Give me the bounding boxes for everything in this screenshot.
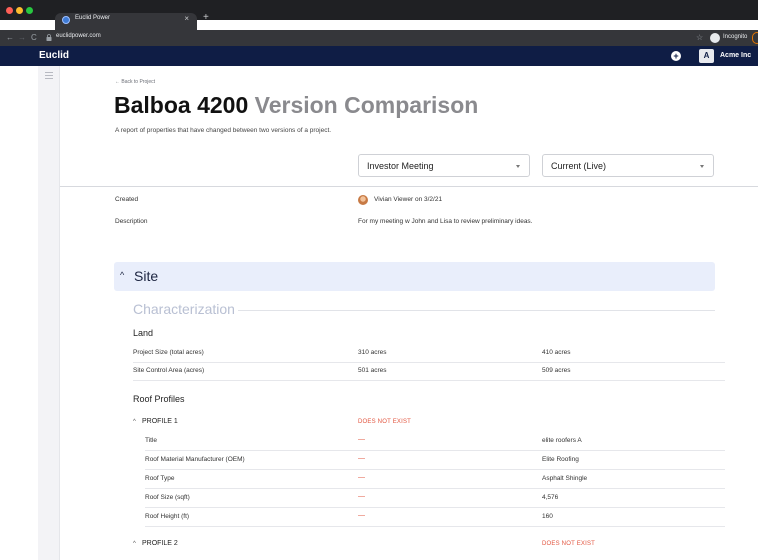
table-row: Roof Type — Asphalt Shingle xyxy=(145,470,725,489)
tab-title: Euclid Power xyxy=(75,15,111,21)
profile-2-title: PROFILE 2 xyxy=(142,540,178,547)
subsection-title: Characterization xyxy=(133,301,235,317)
empty-value: — xyxy=(358,512,365,519)
left-value: 310 acres xyxy=(358,349,387,356)
table-row: Roof Height (ft) — 160 xyxy=(145,508,725,527)
app-header: Euclid + A Acme Inc xyxy=(0,46,758,66)
row-label: Project Size (total acres) xyxy=(133,349,204,356)
tab-close-icon[interactable]: × xyxy=(184,13,189,25)
hamburger-menu-icon[interactable] xyxy=(45,72,53,81)
incognito-label: Incognito xyxy=(723,34,748,40)
reload-icon[interactable]: C xyxy=(31,32,37,44)
left-version-select[interactable]: Investor Meeting xyxy=(358,154,530,177)
back-arrow-icon[interactable]: ← xyxy=(6,32,14,44)
table-row: Title — elite roofers A xyxy=(145,432,725,451)
description-value: For my meeting w John and Lisa to review… xyxy=(358,218,533,225)
table-row: Site Control Area (acres) 501 acres 509 … xyxy=(133,363,725,381)
page-subtitle: A report of properties that have changed… xyxy=(115,127,332,134)
incognito-icon xyxy=(710,33,720,43)
user-avatar xyxy=(358,195,368,205)
row-label: Site Control Area (acres) xyxy=(133,367,205,374)
right-value: 410 acres xyxy=(542,349,571,356)
table-row: Roof Material Manufacturer (OEM) — Elite… xyxy=(145,451,725,470)
address-bar: ← → C euclidpower.com ☆ Incognito xyxy=(0,30,758,46)
right-value: Asphalt Shingle xyxy=(542,475,588,482)
right-value: 4,576 xyxy=(542,494,559,501)
maximize-window-button[interactable] xyxy=(26,7,33,14)
bookmark-star-icon[interactable]: ☆ xyxy=(696,32,703,44)
browser-tab-euclid[interactable]: Euclid Power × xyxy=(55,13,197,30)
row-label: Roof Material Manufacturer (OEM) xyxy=(145,456,245,463)
project-name: Balboa 4200 xyxy=(114,92,249,118)
caret-down-icon xyxy=(700,165,704,168)
roof-profiles-title: Roof Profiles xyxy=(133,394,185,404)
empty-value: — xyxy=(358,493,365,500)
caret-down-icon xyxy=(516,165,520,168)
created-value: Vivian Viewer on 3/2/21 xyxy=(374,196,443,203)
empty-value: — xyxy=(358,474,365,481)
section-title: Site xyxy=(134,268,159,284)
euclid-favicon-icon xyxy=(62,16,70,24)
does-not-exist-badge: DOES NOT EXIST xyxy=(542,541,596,547)
does-not-exist-badge: DOES NOT EXIST xyxy=(358,419,412,425)
right-value: Elite Roofing xyxy=(542,456,579,463)
back-to-project-link[interactable]: ← Back to Project xyxy=(115,79,155,85)
left-value: 501 acres xyxy=(358,367,387,374)
title-suffix: Version Comparison xyxy=(248,92,479,118)
row-label: Roof Type xyxy=(145,475,175,482)
header-divider xyxy=(60,186,758,187)
right-value: 160 xyxy=(542,513,553,520)
row-label: Roof Height (ft) xyxy=(145,513,190,520)
add-button[interactable]: + xyxy=(671,51,681,61)
left-version-value: Investor Meeting xyxy=(367,161,434,171)
land-group-title: Land xyxy=(133,328,154,338)
row-label: Roof Size (sqft) xyxy=(145,494,190,501)
profile-1-title: PROFILE 1 xyxy=(142,418,178,425)
profile-1-toggle[interactable]: ^ PROFILE 1 xyxy=(133,418,178,425)
side-rail xyxy=(38,66,60,560)
chevron-up-icon[interactable]: ^ xyxy=(133,419,142,425)
minimize-window-button[interactable] xyxy=(16,7,23,14)
org-avatar[interactable]: A xyxy=(699,49,714,63)
right-value: elite roofers A xyxy=(542,437,582,444)
right-value: 509 acres xyxy=(542,367,571,374)
right-version-select[interactable]: Current (Live) xyxy=(542,154,714,177)
description-label: Description xyxy=(115,218,148,225)
new-tab-button[interactable]: + xyxy=(203,13,209,23)
browser-menu-button[interactable] xyxy=(752,32,758,44)
site-section-header[interactable]: ^ Site xyxy=(114,262,715,291)
row-label: Title xyxy=(145,437,158,444)
empty-value: — xyxy=(358,436,365,443)
table-row: Project Size (total acres) 310 acres 410… xyxy=(133,345,725,363)
org-name[interactable]: Acme Inc xyxy=(720,52,751,59)
empty-value: — xyxy=(358,455,365,462)
lock-icon xyxy=(46,34,52,41)
forward-arrow-icon[interactable]: → xyxy=(18,32,26,44)
created-label: Created xyxy=(115,196,139,203)
browser-tab-strip: Euclid Power × + xyxy=(0,0,758,30)
chevron-up-icon[interactable]: ^ xyxy=(133,541,142,547)
url-field[interactable]: euclidpower.com xyxy=(56,33,101,39)
subsection-rule xyxy=(238,310,715,311)
close-window-button[interactable] xyxy=(6,7,13,14)
right-version-value: Current (Live) xyxy=(551,161,607,171)
profile-2-toggle[interactable]: ^ PROFILE 2 xyxy=(133,540,178,547)
table-row: Roof Size (sqft) — 4,576 xyxy=(145,489,725,508)
chevron-up-icon[interactable]: ^ xyxy=(120,270,124,280)
brand-logo[interactable]: Euclid xyxy=(39,50,69,61)
page-title: Balboa 4200 Version Comparison xyxy=(114,92,478,119)
